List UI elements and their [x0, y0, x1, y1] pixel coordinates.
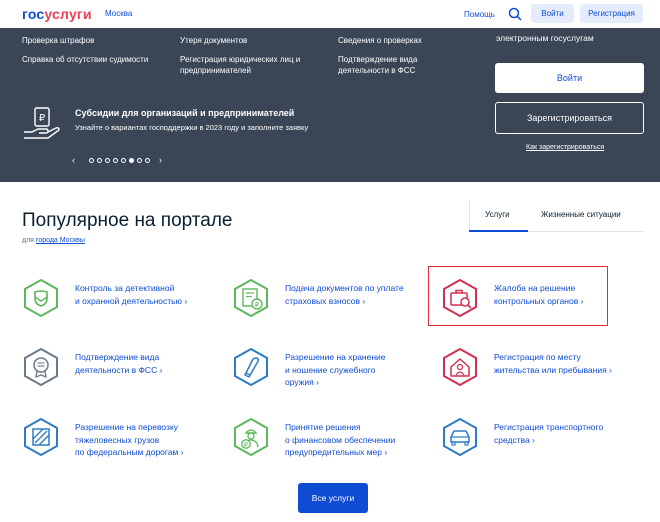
car-icon	[443, 418, 477, 456]
service-line: Регистрация по месту	[494, 352, 581, 362]
carousel-next-icon[interactable]: ›	[159, 155, 162, 165]
login-button-top[interactable]: Войти	[531, 4, 574, 23]
service-line: Контроль за детективной	[75, 283, 175, 293]
road-icon	[24, 418, 58, 456]
link-inspections[interactable]: Сведения о проверках	[338, 35, 422, 46]
service-label: Разрешение на хранение и ношение служебно…	[285, 351, 435, 389]
service-line: средства ›	[494, 434, 535, 445]
service-label: Регистрация по месту жительства или пребы…	[494, 351, 644, 376]
svg-text:₽: ₽	[255, 301, 260, 309]
tab-life-situations[interactable]: Жизненные ситуации	[541, 210, 621, 219]
service-line: Подтверждение вида	[75, 352, 160, 362]
service-label: Жалоба на решение контрольных органов ›	[494, 282, 644, 307]
register-button[interactable]: Зарегистрироваться	[495, 102, 644, 134]
carousel-dot[interactable]	[105, 158, 110, 163]
promo-subtitle: Узнайте о вариантах господдержки в 2023 …	[75, 123, 309, 132]
service-line: по федеральным дорогам ›	[75, 447, 184, 457]
service-label: Разрешение на перевозку тяжеловесных груз…	[75, 421, 225, 459]
link-legal-registration[interactable]: Регистрация юридических лиц и предприним…	[180, 54, 300, 76]
service-line: и охранной деятельностью ›	[75, 295, 188, 306]
hero-section: Проверка штрафов Утеря документов Сведен…	[0, 28, 660, 182]
active-tab-indicator	[469, 230, 528, 232]
service-line: жительства или пребывания ›	[494, 364, 612, 375]
link-fss-line2: деятельности в ФСС	[338, 66, 416, 75]
help-link[interactable]: Помощь	[464, 10, 495, 19]
login-button[interactable]: Войти	[495, 63, 644, 93]
city-link[interactable]: города Москвы	[36, 237, 85, 244]
service-line: о финансовом обеспечении	[285, 434, 396, 445]
carousel-dot[interactable]	[89, 158, 94, 163]
tab-services[interactable]: Услуги	[485, 210, 510, 219]
service-line: предупредительных мер ›	[285, 447, 388, 457]
link-fss-confirmation[interactable]: Подтверждение вида деятельности в ФСС	[338, 54, 417, 76]
service-label: Подача документов по уплате страховых взн…	[285, 282, 435, 307]
hand-ruble-document-icon: ₽	[24, 107, 60, 139]
link-fines[interactable]: Проверка штрафов	[22, 35, 94, 46]
service-line: и ношение служебного	[285, 364, 376, 375]
register-button-top[interactable]: Регистрация	[580, 4, 643, 23]
briefcase-search-icon	[443, 279, 477, 317]
city-selector[interactable]: Москва	[105, 9, 132, 18]
document-ruble-icon: ₽	[234, 279, 268, 317]
login-panel-title: электронным госуслугам	[496, 33, 594, 43]
service-line: Разрешение на перевозку	[75, 422, 179, 432]
link-lost-documents[interactable]: Утеря документов	[180, 35, 247, 46]
search-icon[interactable]	[508, 7, 522, 21]
carousel-dot[interactable]	[145, 158, 150, 163]
link-criminal-record[interactable]: Справка об отсутствии судимости	[22, 54, 148, 65]
service-line: деятельности в ФСС ›	[75, 364, 163, 375]
carousel-prev-icon[interactable]: ‹	[72, 155, 75, 165]
service-label: Подтверждение вида деятельности в ФСС ›	[75, 351, 225, 376]
carousel-dot[interactable]	[113, 158, 118, 163]
carousel-dot[interactable]	[121, 158, 126, 163]
shield-icon	[24, 279, 58, 317]
carousel-dots	[89, 158, 150, 163]
service-line: Разрешение на хранение	[285, 352, 386, 362]
service-line: Подача документов по уплате	[285, 283, 404, 293]
how-to-register-link[interactable]: Как зарегистрироваться	[526, 144, 604, 151]
service-line: страховых взносов ›	[285, 295, 366, 306]
top-header: госуслуги Москва Помощь Войти Регистраци…	[0, 0, 660, 28]
certificate-icon	[24, 348, 58, 386]
popular-tabs: Услуги Жизненные ситуации	[469, 200, 644, 232]
logo-part-2: услуги	[44, 6, 92, 22]
popular-subtitle: для города Москвы	[22, 237, 85, 244]
home-person-icon	[443, 348, 477, 386]
worker-ruble-icon: ₽	[234, 418, 268, 456]
bullet-icon	[234, 348, 268, 386]
tab-divider	[469, 200, 470, 232]
service-line: Принятие решения	[285, 422, 361, 432]
service-label: Регистрация транспортного средства ›	[494, 421, 644, 446]
service-line: контрольных органов ›	[494, 295, 584, 306]
svg-text:₽: ₽	[39, 113, 46, 124]
service-line: оружия ›	[285, 377, 319, 387]
service-line: Жалоба на решение	[494, 283, 576, 293]
promo-title[interactable]: Субсидии для организаций и предпринимате…	[75, 108, 294, 118]
carousel-dot[interactable]	[137, 158, 142, 163]
link-legal-registration-line1: Регистрация юридических лиц и	[180, 55, 301, 64]
carousel-dot-active[interactable]	[129, 158, 134, 163]
link-fss-line1: Подтверждение вида	[338, 55, 418, 64]
logo-part-1: гос	[22, 6, 45, 22]
subtitle-prefix: для	[22, 237, 34, 244]
popular-title: Популярное на портале	[22, 210, 233, 231]
all-services-button[interactable]: Все услуги	[298, 483, 368, 513]
service-line: Регистрация транспортного	[494, 422, 604, 432]
service-label: Контроль за детективной и охранной деятел…	[75, 282, 225, 307]
svg-text:₽: ₽	[244, 441, 248, 449]
link-legal-registration-line2: предпринимателей	[180, 66, 251, 75]
carousel-dot[interactable]	[97, 158, 102, 163]
service-line: тяжеловесных грузов	[75, 434, 160, 445]
gosuslugi-logo[interactable]: госуслуги	[22, 6, 92, 22]
service-label: Принятие решения о финансовом обеспечении…	[285, 421, 435, 459]
